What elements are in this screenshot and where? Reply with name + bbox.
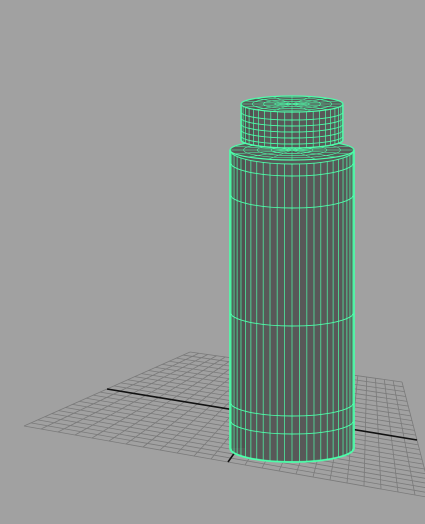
viewport-scene[interactable] — [0, 0, 425, 524]
bottle-neck-top — [240, 95, 344, 113]
ground-grid — [23, 351, 425, 498]
grid-line-width — [30, 422, 425, 493]
bottle-mesh[interactable] — [229, 95, 355, 463]
section-shade — [230, 150, 246, 448]
bottle-body — [229, 149, 355, 463]
3d-viewport[interactable] — [0, 0, 425, 524]
